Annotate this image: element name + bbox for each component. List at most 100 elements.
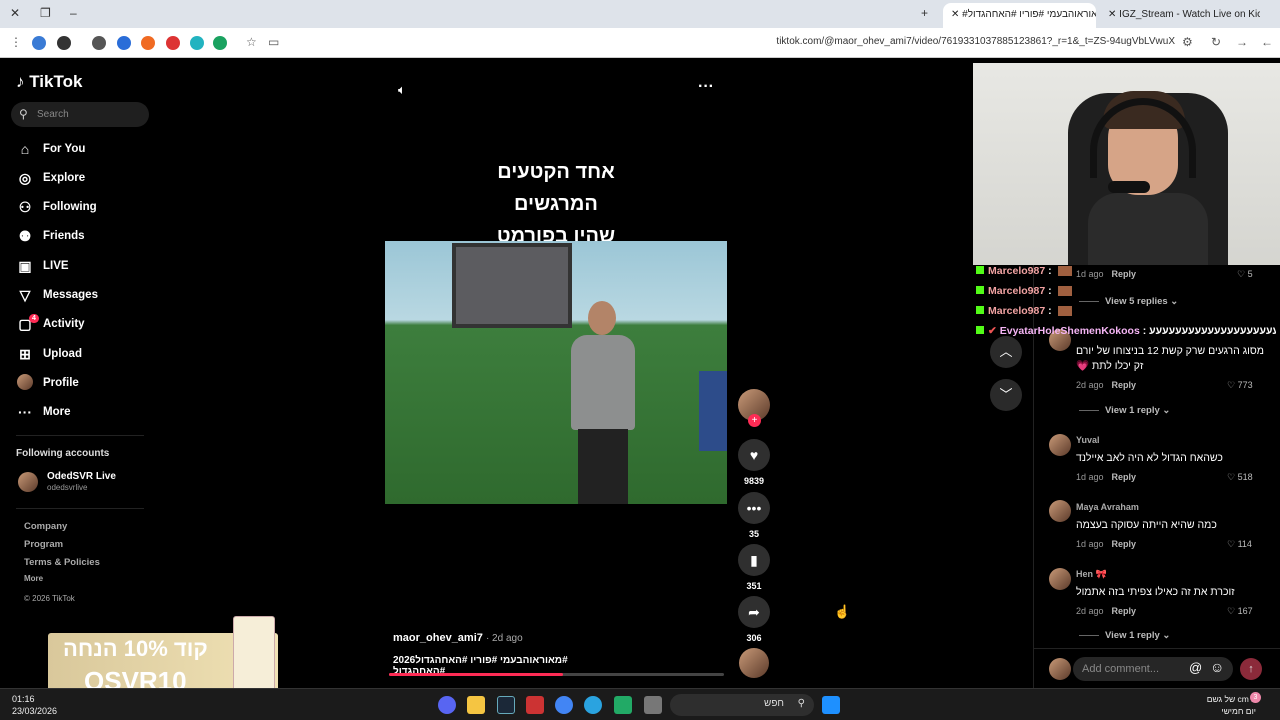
post-comment-button[interactable]: ↑	[1240, 658, 1262, 680]
menu-dots-icon[interactable]: ⋮	[10, 35, 22, 49]
more-options-icon[interactable]: ···	[698, 78, 714, 96]
tab-kick[interactable]: ✕ IGZ_Stream - Watch Live on Kick	[1100, 3, 1260, 28]
steam-icon[interactable]	[497, 696, 515, 714]
comment-meta: 2d ago Reply	[1076, 606, 1137, 616]
creator-avatar-button[interactable]: +	[738, 389, 770, 427]
comment-likes[interactable]: ♡ 167	[1227, 606, 1253, 617]
emoji-icon[interactable]: ☺	[1210, 659, 1224, 675]
extension-icon[interactable]	[190, 36, 204, 50]
comment-likes[interactable]: ♡ 114	[1227, 539, 1252, 550]
extension-icon[interactable]	[57, 36, 71, 50]
following-account-item[interactable]: OdedSVR Live odedsvrlive	[18, 470, 158, 498]
url-text[interactable]: tiktok.com/@maor_ohev_ami7/video/7619331…	[776, 36, 1175, 47]
notification-badge[interactable]: 3	[1250, 692, 1261, 703]
nav-live[interactable]: ▣ LIVE	[16, 255, 156, 277]
reply-button[interactable]: Reply	[1112, 472, 1137, 482]
save-button[interactable]: ▮ 351	[738, 544, 770, 591]
footer-link-terms[interactable]: Terms & Policies	[24, 557, 100, 568]
discord-icon[interactable]	[438, 696, 456, 714]
video-progress-bar[interactable]	[389, 673, 724, 676]
forward-icon[interactable]: →	[1236, 35, 1248, 49]
tab-title: #מאוראוהבעמי #פוריו #האחהגדול	[962, 9, 1096, 20]
back-icon[interactable]: ←	[1261, 35, 1273, 49]
apps-grid-icon[interactable]	[614, 696, 632, 714]
tab-tiktok[interactable]: ✕ #מאוראוהבעמי #פוריו #האחהגדול	[943, 3, 1096, 28]
like-button[interactable]: ♥ 9839	[738, 439, 770, 486]
video-player[interactable]: 🔈︎ ··· אחד הקטעים המרגשים שהיו בפורמט ma…	[160, 58, 973, 688]
author-name[interactable]: maor_ohev_ami7	[393, 632, 483, 644]
follow-plus-icon[interactable]: +	[748, 414, 761, 427]
divider	[1033, 648, 1280, 649]
mention-icon[interactable]: @	[1189, 660, 1202, 675]
close-window-icon[interactable]: ✕	[10, 6, 20, 20]
avatar[interactable]	[1049, 500, 1071, 522]
taskbar-search[interactable]: חפש ⚲	[670, 694, 814, 716]
site-settings-icon[interactable]: ⚙	[1182, 35, 1193, 49]
next-video-button[interactable]: ﹀	[990, 379, 1022, 411]
footer-link-company[interactable]: Company	[24, 521, 67, 532]
weather-widget[interactable]: 2 cm של גשםיום חמישי	[1196, 693, 1256, 717]
nav-upload[interactable]: ⊞ Upload	[16, 343, 156, 365]
video-author[interactable]: maor_ohev_ami7 · 2d ago	[393, 632, 523, 644]
chevron-up-icon: ︿	[999, 344, 1013, 359]
extension-icon[interactable]	[117, 36, 131, 50]
logo-text: TikTok	[29, 72, 83, 91]
extension-icon[interactable]	[213, 36, 227, 50]
minimize-window-icon[interactable]: –	[70, 6, 77, 20]
reply-button[interactable]: Reply	[1112, 380, 1137, 390]
extension-icon[interactable]	[141, 36, 155, 50]
nav-messages[interactable]: ▽ Messages	[16, 284, 156, 306]
reply-button[interactable]: Reply	[1112, 539, 1137, 549]
bookmark-star-icon[interactable]: ☆	[246, 35, 257, 49]
comment-likes[interactable]: ♡ 773	[1227, 380, 1253, 391]
nav-for-you[interactable]: ⌂ For You	[16, 138, 156, 160]
search-input[interactable]: ⚲ Search	[11, 102, 149, 127]
chat-user: Marcelo987	[988, 265, 1046, 277]
chat-message: ✔ EvyatarHoleShemenKokoos : עעעעעעעעעעעע…	[976, 325, 1276, 345]
extension-icon[interactable]	[166, 36, 180, 50]
app-icon[interactable]	[526, 696, 544, 714]
volume-icon[interactable]: 🔈︎	[398, 82, 406, 98]
more-icon: ···	[18, 404, 32, 420]
extension-icon[interactable]	[32, 36, 46, 50]
windows-start-icon[interactable]	[822, 696, 840, 714]
tab-close-icon[interactable]: ✕	[1108, 9, 1116, 20]
telegram-icon[interactable]	[584, 696, 602, 714]
file-explorer-icon[interactable]	[467, 696, 485, 714]
reload-icon[interactable]: ↻	[1211, 35, 1221, 49]
music-avatar-button[interactable]	[738, 648, 770, 678]
comment-user[interactable]: Hen 🎀	[1076, 569, 1107, 580]
add-comment-input[interactable]: Add comment...	[1073, 657, 1233, 681]
comment-button[interactable]: ••• 35	[738, 492, 770, 539]
avatar[interactable]	[1049, 434, 1071, 456]
comment-likes[interactable]: ♡ 518	[1227, 472, 1253, 483]
like-count: 9839	[743, 476, 765, 486]
new-tab-icon[interactable]: +	[921, 6, 928, 20]
footer-link-more[interactable]: More	[24, 574, 43, 583]
nav-profile[interactable]: Profile	[16, 372, 156, 394]
clock[interactable]: 01:16 23/03/2026	[12, 693, 57, 717]
nav-explore[interactable]: ◎ Explore	[16, 167, 156, 189]
extension-icon[interactable]	[92, 36, 106, 50]
reply-button[interactable]: Reply	[1112, 606, 1137, 616]
caption-line: אחד הקטעים המרגשים	[497, 161, 615, 215]
tab-close-icon[interactable]: ✕	[951, 9, 959, 20]
nav-friends[interactable]: ⚉ Friends	[16, 225, 156, 247]
view-replies-button[interactable]: View 1 reply ⌄	[1079, 630, 1170, 641]
comment-user[interactable]: Maya Avraham	[1076, 502, 1139, 512]
nav-label: Messages	[43, 289, 98, 301]
avatar[interactable]	[1049, 568, 1071, 590]
nav-more[interactable]: ··· More	[16, 401, 156, 423]
screen-cast-icon[interactable]: ▭	[268, 35, 279, 49]
restore-window-icon[interactable]: ❐	[40, 6, 51, 20]
nav-following[interactable]: ⚇ Following	[16, 196, 156, 218]
footer-link-program[interactable]: Program	[24, 539, 63, 550]
nav-activity[interactable]: ▢ 4 Activity	[16, 313, 156, 335]
view-replies-button[interactable]: View 1 reply ⌄	[1079, 405, 1170, 416]
comment-user[interactable]: Yuval	[1076, 435, 1100, 445]
chat-message: Marcelo987 :	[976, 265, 1276, 285]
tiktok-logo[interactable]: ♪ TikTok	[16, 72, 82, 92]
chrome-icon[interactable]	[555, 696, 573, 714]
share-button[interactable]: ➦ 306	[738, 596, 770, 643]
app-icon[interactable]	[644, 696, 662, 714]
